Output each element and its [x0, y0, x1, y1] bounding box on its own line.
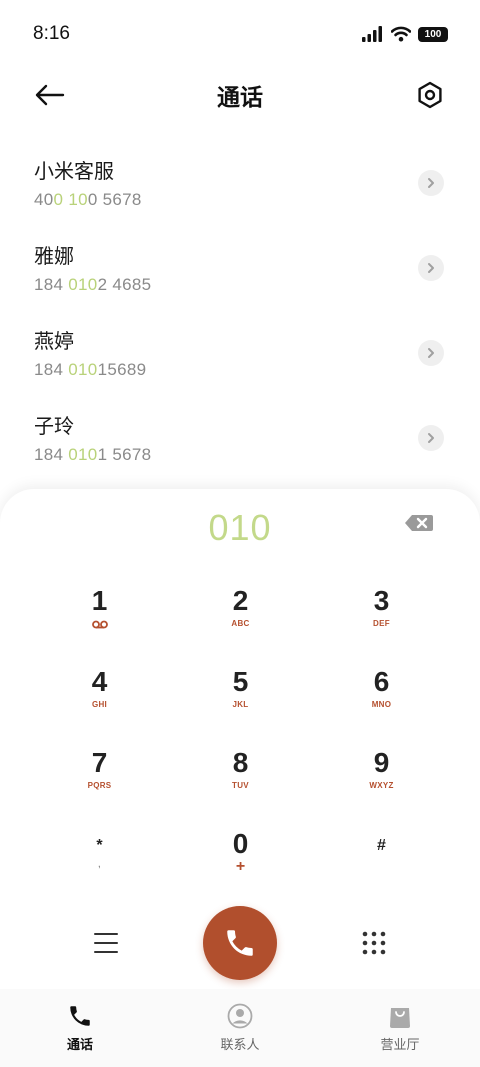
status-icons: 100	[362, 26, 448, 42]
key-9[interactable]: 9 WXYZ	[311, 737, 452, 818]
settings-hexagon-icon	[418, 81, 442, 109]
phone-call-icon	[227, 930, 253, 956]
signal-icon	[362, 26, 382, 42]
contacts-icon	[227, 1003, 253, 1029]
key-5[interactable]: 5 JKL	[170, 656, 311, 737]
list-item[interactable]: 小米客服 400 100 5678	[0, 140, 480, 225]
key-2[interactable]: 2 ABC	[170, 575, 311, 656]
contact-number: 184 0101 5678	[34, 445, 152, 464]
nav-item-contacts[interactable]: 联系人	[160, 1003, 320, 1053]
details-button[interactable]	[418, 339, 444, 366]
details-button[interactable]	[418, 169, 444, 196]
key-8[interactable]: 8 TUV	[170, 737, 311, 818]
backspace-icon	[405, 515, 433, 531]
list-item[interactable]: 燕婷 184 01015689	[0, 310, 480, 395]
menu-icon	[94, 933, 118, 953]
page-title: 通话	[217, 84, 263, 110]
list-item[interactable]: 雅娜 184 0102 4685	[0, 225, 480, 310]
phone-icon	[70, 1006, 90, 1026]
menu-button[interactable]	[88, 925, 124, 961]
dialpad-panel: 010 1 2 ABC 3 DEF 4 GHI 5 JKL 6 MNO 7 PQ…	[0, 489, 480, 989]
back-arrow-icon	[35, 84, 65, 106]
key-3[interactable]: 3 DEF	[311, 575, 452, 656]
contact-name: 燕婷	[34, 331, 74, 353]
chevron-right-icon	[428, 432, 434, 443]
key-hash[interactable]: #	[311, 818, 452, 899]
contact-name: 子玲	[34, 416, 74, 438]
contact-name: 小米客服	[34, 161, 114, 183]
battery-indicator: 100	[418, 26, 448, 42]
call-button[interactable]	[203, 906, 277, 980]
nav-item-store[interactable]: 营业厅	[320, 1003, 480, 1053]
search-results-list: 小米客服 400 100 5678 雅娜 184 0102 4685 燕婷 18…	[0, 140, 480, 480]
chevron-right-icon	[428, 177, 434, 188]
nav-item-calls[interactable]: 通话	[0, 1003, 160, 1053]
settings-button[interactable]	[412, 77, 448, 113]
key-7[interactable]: 7 PQRS	[29, 737, 170, 818]
key-6[interactable]: 6 MNO	[311, 656, 452, 737]
details-button[interactable]	[418, 254, 444, 281]
keypad-grid-icon	[362, 931, 386, 955]
contact-number: 184 0102 4685	[34, 275, 152, 294]
contact-name: 雅娜	[34, 246, 74, 268]
key-0[interactable]: 0 +	[170, 818, 311, 899]
contact-number: 400 100 5678	[34, 190, 142, 209]
header: 通话	[0, 68, 480, 122]
key-1[interactable]: 1	[29, 575, 170, 656]
voicemail-icon	[91, 620, 108, 629]
details-button[interactable]	[418, 424, 444, 451]
back-button[interactable]	[32, 77, 68, 113]
bottom-nav: 通话 联系人 营业厅	[0, 989, 480, 1067]
key-4[interactable]: 4 GHI	[29, 656, 170, 737]
status-bar: 8:16 100	[0, 0, 480, 68]
contact-number: 184 01015689	[34, 360, 147, 379]
dialpad-actions	[0, 905, 480, 981]
wifi-icon	[391, 26, 411, 42]
keypad: 1 2 ABC 3 DEF 4 GHI 5 JKL 6 MNO 7 PQRS 8…	[29, 575, 451, 899]
chevron-right-icon	[428, 347, 434, 358]
keypad-toggle-button[interactable]	[356, 925, 392, 961]
shopping-bag-icon	[390, 1008, 410, 1028]
dialed-number: 010	[208, 507, 272, 548]
key-star[interactable]: * ,	[29, 818, 170, 899]
chevron-right-icon	[428, 262, 434, 273]
backspace-button[interactable]	[404, 514, 434, 537]
status-time: 8:16	[33, 23, 70, 44]
list-item[interactable]: 子玲 184 0101 5678	[0, 395, 480, 480]
